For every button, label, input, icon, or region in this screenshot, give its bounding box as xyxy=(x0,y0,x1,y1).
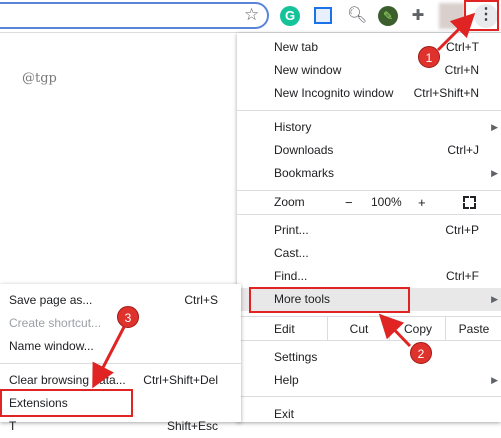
annotation-badge-1: 1 xyxy=(418,46,440,68)
annotation-badge-3: 3 xyxy=(117,306,139,328)
arrow-to-menu-button xyxy=(436,12,476,52)
arrow-to-extensions xyxy=(92,326,126,389)
arrow-to-more-tools xyxy=(378,313,412,348)
annotation-badge-2: 2 xyxy=(410,342,432,364)
